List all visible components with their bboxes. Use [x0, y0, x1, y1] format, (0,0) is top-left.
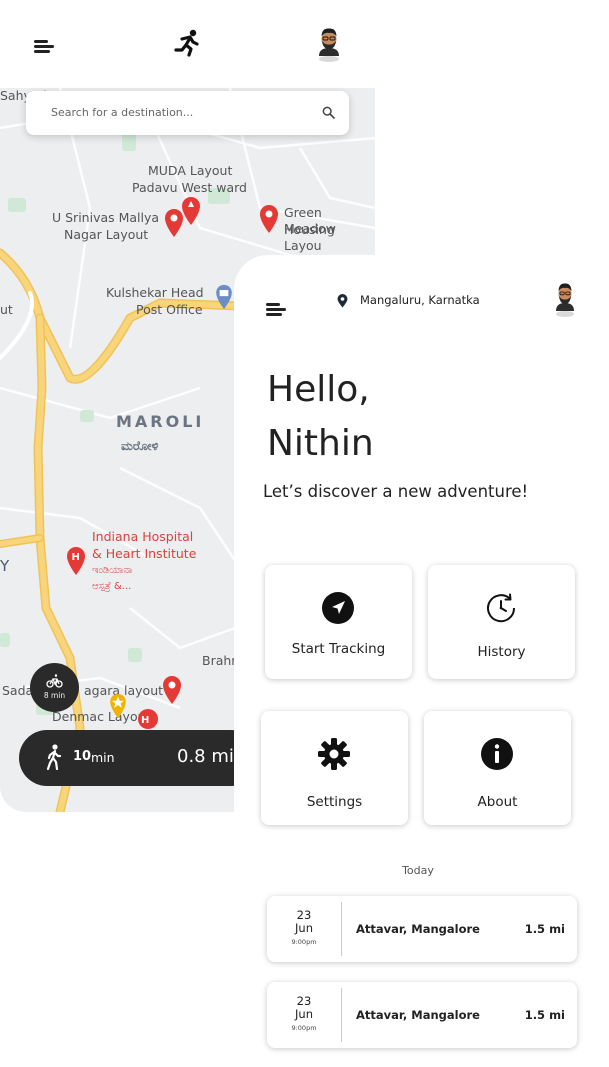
map-label: Indiana Hospital [92, 529, 194, 544]
hamburger-icon [34, 40, 48, 43]
divider [341, 902, 342, 956]
hospital-marker-icon[interactable]: H [137, 708, 159, 730]
gear-icon [318, 738, 350, 770]
map-label: ut [0, 302, 13, 317]
profile-avatar[interactable] [552, 281, 578, 317]
divider [341, 988, 342, 1042]
about-button[interactable]: About [424, 711, 571, 825]
map-label: Kulshekar Head [106, 285, 204, 300]
about-label: About [477, 794, 518, 810]
map-pin-icon[interactable] [161, 675, 183, 705]
history-button[interactable]: History [428, 565, 575, 679]
map-label: Housing Layou [284, 222, 335, 253]
location-pin-icon [337, 294, 348, 308]
map-label: ಇಂಡಿಯಾನಾ [92, 565, 133, 576]
map-label: Denmac Layout [52, 709, 151, 724]
trip-place: Attavar, Mangalore [356, 922, 480, 936]
map-pin-icon[interactable] [258, 204, 280, 234]
walk-time-unit: min [91, 750, 115, 765]
walk-route-summary[interactable]: 10 min 0.8 mi [19, 730, 259, 786]
greeting-user-name: Nithin [267, 423, 374, 464]
profile-avatar[interactable] [313, 26, 345, 62]
menu-button[interactable] [34, 40, 56, 56]
map-label: U Srinivas Mallya [52, 210, 160, 225]
search-icon[interactable] [322, 106, 335, 119]
greeting-line-1: Hello, [267, 369, 370, 410]
trip-month: Jun [295, 921, 313, 935]
info-icon [481, 738, 513, 770]
map-label: Padavu West ward [132, 180, 247, 195]
hamburger-icon-bar [34, 50, 50, 53]
walk-time: 10 [73, 749, 92, 764]
navigation-arrow-icon [322, 592, 354, 624]
search-placeholder: Search for a destination... [51, 106, 194, 119]
clock-history-icon [487, 593, 516, 623]
walk-distance: 0.8 mi [177, 746, 234, 767]
start-tracking-label: Start Tracking [291, 641, 386, 657]
hamburger-icon-bar [34, 45, 54, 48]
map-label: Y [0, 557, 10, 575]
start-tracking-button[interactable]: Start Tracking [265, 565, 412, 679]
sheet-menu-button[interactable] [266, 303, 288, 317]
bike-time: 8 min [43, 691, 66, 700]
hamburger-icon [266, 303, 280, 306]
settings-button[interactable]: Settings [261, 711, 408, 825]
trip-place: Attavar, Mangalore [356, 1008, 480, 1022]
hamburger-icon-bar [266, 308, 286, 311]
home-panel: Mangaluru, Karnatka Hello, Nithin Let’s … [234, 255, 609, 1067]
map-label: MUDA Layout [148, 163, 233, 178]
trip-time: 9:00pm [291, 938, 317, 946]
settings-label: Settings [306, 794, 363, 810]
bike-mode-button[interactable]: 8 min [30, 663, 79, 712]
map-label: Nagar Layout [64, 227, 149, 242]
map-label: MAROLI [116, 412, 205, 431]
map-label: ಆಸ್ಪತ್ರೆ &... [92, 581, 132, 592]
today-section-label: Today [402, 864, 434, 877]
map-label: Post Office [136, 302, 203, 317]
svg-text:H: H [72, 552, 80, 563]
map-label: Sada [2, 683, 34, 698]
hamburger-icon-bar [266, 313, 282, 316]
hospital-pin-icon[interactable]: H [65, 546, 87, 576]
trip-distance: 1.5 mi [524, 1008, 565, 1022]
trip-row[interactable]: 23 Jun 9:00pm Attavar, Mangalore 1.5 mi [267, 982, 577, 1048]
trip-date: 23 Jun 9:00pm [267, 995, 341, 1033]
svg-text:H: H [141, 715, 149, 726]
star-pin-icon[interactable] [108, 693, 128, 719]
walking-person-icon [46, 744, 62, 770]
post-office-pin-icon[interactable] [214, 284, 234, 310]
map-label: & Heart Institute [92, 546, 197, 561]
running-person-icon [174, 29, 199, 57]
trip-month: Jun [295, 1007, 313, 1021]
history-label: History [477, 644, 526, 660]
trip-time: 9:00pm [291, 1024, 317, 1032]
greeting: Hello, Nithin [267, 363, 374, 471]
search-input[interactable]: Search for a destination... [26, 91, 349, 135]
bicycle-icon [46, 674, 63, 688]
map-label: ಮರೋಳಿ [121, 438, 159, 453]
tagline: Let’s discover a new adventure! [263, 482, 529, 501]
trip-row[interactable]: 23 Jun 9:00pm Attavar, Mangalore 1.5 mi [267, 896, 577, 962]
trip-date: 23 Jun 9:00pm [267, 909, 341, 947]
map-pin-icon[interactable] [180, 196, 202, 226]
current-location[interactable]: Mangaluru, Karnatka [360, 293, 480, 307]
trip-distance: 1.5 mi [524, 922, 565, 936]
